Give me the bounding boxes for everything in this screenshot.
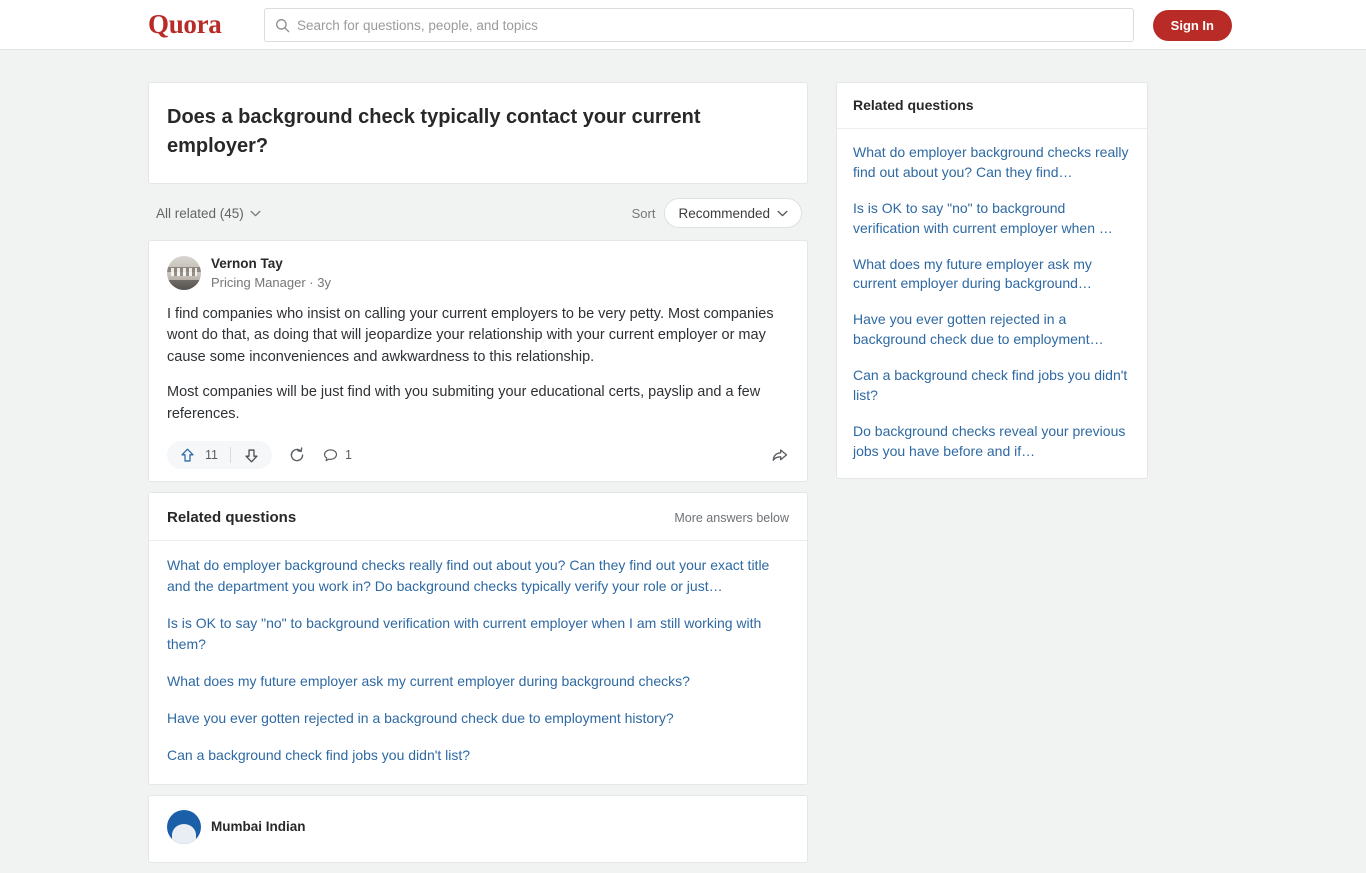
- all-related-filter[interactable]: All related (45): [156, 206, 261, 221]
- comment-button[interactable]: 1: [322, 447, 352, 464]
- author-text-block: Vernon Tay Pricing Manager · 3y: [211, 255, 331, 292]
- sidebar-question-link[interactable]: Have you ever gotten rejected in a backg…: [853, 310, 1131, 350]
- author-name[interactable]: Vernon Tay: [211, 255, 331, 273]
- avatar[interactable]: [167, 256, 201, 291]
- vote-pill[interactable]: 11: [167, 441, 272, 469]
- answer-action-bar: 11 1: [167, 439, 789, 471]
- avatar[interactable]: [167, 810, 201, 844]
- answer-paragraph: Most companies will be just find with yo…: [167, 384, 761, 422]
- sidebar-question-link[interactable]: Is is OK to say "no" to background verif…: [853, 199, 1131, 239]
- repost-icon: [290, 447, 304, 462]
- search-bar[interactable]: [264, 8, 1134, 42]
- share-button[interactable]: [770, 446, 789, 465]
- sidebar-title: Related questions: [853, 97, 974, 113]
- related-questions-header: Related questions More answers below: [149, 493, 807, 541]
- sidebar-question-link[interactable]: Can a background check find jobs you did…: [853, 366, 1131, 406]
- action-buttons: 11 1: [167, 441, 352, 469]
- related-question-link[interactable]: What do employer background checks reall…: [167, 555, 789, 597]
- search-icon: [276, 18, 290, 32]
- search-input[interactable]: [297, 9, 1123, 41]
- sort-value: Recommended: [678, 205, 770, 221]
- sidebar-question-link[interactable]: What do employer background checks reall…: [853, 143, 1131, 183]
- sort-dropdown[interactable]: Recommended: [664, 198, 802, 228]
- answer-paragraph: I find companies who insist on calling y…: [167, 305, 774, 365]
- sidebar-question-link[interactable]: What does my future employer ask my curr…: [853, 255, 1131, 295]
- related-questions-card: Related questions More answers below Wha…: [148, 492, 808, 785]
- sidebar-question-link[interactable]: Do background checks reveal your previou…: [853, 422, 1131, 462]
- sidebar-related-questions-card: Related questions What do employer backg…: [836, 82, 1148, 479]
- next-answer-card: Mumbai Indian: [148, 795, 808, 863]
- all-related-label: All related (45): [156, 205, 244, 221]
- related-questions-title: Related questions: [167, 509, 297, 526]
- question-card: Does a background check typically contac…: [148, 82, 808, 184]
- upvote-count: 11: [205, 448, 218, 462]
- upvote-arrow-icon[interactable]: [179, 447, 196, 464]
- sidebar-question-list: What do employer background checks reall…: [837, 129, 1147, 478]
- vote-divider: [229, 447, 231, 463]
- related-question-link[interactable]: Is is OK to say "no" to background verif…: [167, 613, 789, 655]
- answer-card: Vernon Tay Pricing Manager · 3y I find c…: [148, 240, 808, 482]
- site-header: Quora Sign In: [0, 0, 1366, 50]
- more-answers-below-label[interactable]: More answers below: [674, 511, 789, 525]
- sidebar-column: Related questions What do employer backg…: [836, 82, 1148, 479]
- downvote-arrow-icon[interactable]: [243, 447, 260, 464]
- quora-logo[interactable]: Quora: [148, 9, 222, 40]
- sign-in-button[interactable]: Sign In: [1152, 10, 1232, 41]
- page-title: Does a background check typically contac…: [167, 106, 701, 157]
- main-column: Does a background check typically contac…: [148, 82, 808, 873]
- answer-author[interactable]: Vernon Tay Pricing Manager · 3y: [167, 255, 789, 292]
- share-arrow-icon: [772, 448, 788, 461]
- author-name[interactable]: Mumbai Indian: [211, 818, 306, 836]
- filter-row: All related (45) Sort Recommended: [148, 194, 808, 232]
- related-questions-list: What do employer background checks reall…: [149, 541, 807, 784]
- comment-bubble-icon: [323, 448, 338, 461]
- repost-button[interactable]: [288, 446, 306, 464]
- sort-group: Sort Recommended: [632, 198, 802, 228]
- sidebar-header: Related questions: [837, 83, 1147, 129]
- next-author-text-block: Mumbai Indian: [211, 818, 306, 836]
- comment-count: 1: [344, 448, 352, 462]
- related-question-link[interactable]: What does my future employer ask my curr…: [167, 671, 789, 692]
- next-answer-author[interactable]: Mumbai Indian: [167, 810, 789, 844]
- answer-body: I find companies who insist on calling y…: [167, 304, 789, 425]
- chevron-down-icon: [250, 210, 261, 216]
- chevron-down-icon: [777, 210, 788, 216]
- sort-label: Sort: [631, 205, 656, 221]
- author-credential: Pricing Manager · 3y: [211, 274, 331, 290]
- related-question-link[interactable]: Can a background check find jobs you did…: [167, 745, 789, 766]
- related-question-link[interactable]: Have you ever gotten rejected in a backg…: [167, 708, 789, 729]
- page-body: Does a background check typically contac…: [0, 50, 1366, 863]
